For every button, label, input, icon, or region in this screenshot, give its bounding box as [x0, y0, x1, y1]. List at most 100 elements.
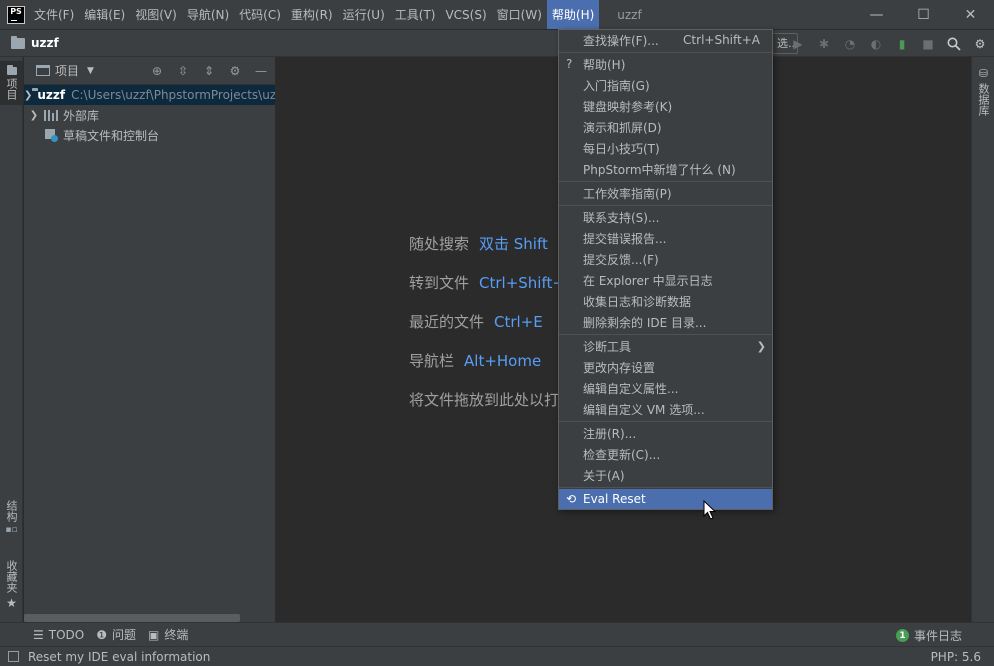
menu-item-check-updates[interactable]: 检查更新(C)... [559, 444, 772, 464]
title-bar: PS 文件(F) 编辑(E) 视图(V) 导航(N) 代码(C) 重构(R) 运… [0, 0, 994, 29]
menu-item-diagnostic-tools[interactable]: 诊断工具 ❯ [559, 336, 772, 356]
menu-item-whats-new[interactable]: PhpStorm中新增了什么 (N) [559, 159, 772, 179]
menu-item-eval-reset[interactable]: ⟲ Eval Reset [559, 489, 772, 509]
menu-item-label: Eval Reset [583, 492, 646, 506]
locate-target-icon[interactable]: ⊕ [149, 63, 165, 79]
menu-item-submit-feedback[interactable]: 提交反馈...(F) [559, 249, 772, 269]
menu-navigate[interactable]: 导航(N) [182, 0, 234, 29]
settings-gear-icon[interactable]: ⚙ [972, 36, 988, 52]
help-menu-dropdown: 查找操作(F)... Ctrl+Shift+A ? 帮助(H) 入门指南(G) … [558, 29, 773, 510]
menu-separator [559, 421, 772, 422]
menu-item-label: 帮助(H) [583, 57, 626, 72]
project-tool-tab[interactable]: 项目 [0, 61, 23, 105]
problems-tool-button[interactable]: ❶ 问题 [96, 626, 136, 643]
menu-code[interactable]: 代码(C) [234, 0, 286, 29]
menu-separator [559, 334, 772, 335]
menu-item-label: 键盘映射参考(K) [583, 99, 673, 114]
menu-item-edit-vm-options[interactable]: 编辑自定义 VM 选项... [559, 399, 772, 419]
hint-search-everywhere: 随处搜索 双击 Shift [409, 233, 548, 254]
todo-tool-button[interactable]: ☰ TODO [33, 628, 84, 642]
minimize-button[interactable]: — [853, 0, 900, 29]
menu-separator [559, 487, 772, 488]
menu-item-label: 编辑自定义 VM 选项... [583, 402, 705, 417]
menu-item-submit-bug[interactable]: 提交错误报告... [559, 228, 772, 248]
database-tool-tab-label: 数据库 [977, 83, 990, 116]
tree-item-external-libraries[interactable]: ❯ 外部库 [24, 105, 275, 125]
hint-label: 导航栏 [409, 352, 455, 370]
chevron-right-icon[interactable]: ❯ [24, 90, 32, 101]
status-bar: Reset my IDE eval information PHP: 5.6 [0, 646, 994, 666]
menu-item-demos[interactable]: 演示和抓屏(D) [559, 117, 772, 137]
hint-shortcut: Alt+Home [464, 352, 542, 370]
menu-item-collect-logs[interactable]: 收集日志和诊断数据 [559, 291, 772, 311]
menu-item-show-log[interactable]: 在 Explorer 中显示日志 [559, 270, 772, 290]
menu-item-getting-started[interactable]: 入门指南(G) [559, 75, 772, 95]
menu-item-find-action[interactable]: 查找操作(F)... Ctrl+Shift+A [559, 30, 772, 50]
expand-all-icon[interactable]: ⇳ [175, 63, 191, 79]
menu-item-tip-of-day[interactable]: 每日小技巧(T) [559, 138, 772, 158]
coverage-icon[interactable]: ◔ [842, 36, 858, 52]
menu-help[interactable]: 帮助(H) [546, 0, 600, 29]
collapse-all-icon[interactable]: ⇕ [201, 63, 217, 79]
structure-icon: ▪▫ [5, 525, 18, 535]
chevron-right-icon[interactable]: ❯ [24, 110, 44, 121]
menu-item-label: 提交反馈...(F) [583, 252, 659, 267]
structure-tool-tab[interactable]: 结构 ▪▫ [0, 500, 23, 544]
menu-file[interactable]: 文件(F) [29, 0, 79, 29]
menu-item-contact-support[interactable]: 联系支持(S)... [559, 207, 772, 227]
profile-icon[interactable]: ◐ [868, 36, 884, 52]
project-panel-title[interactable]: 项目 [55, 62, 79, 79]
chevron-down-icon[interactable]: ▼ [87, 66, 94, 76]
tree-item-project-root[interactable]: ❯ uzzf C:\Users\uzzf\PhpstormProjects\uz… [24, 85, 275, 105]
run-icon[interactable]: ▶ [790, 36, 806, 52]
terminal-tool-button[interactable]: ▣ 终端 [148, 626, 188, 643]
menu-item-label: 编辑自定义属性... [583, 381, 679, 396]
navigation-bar: uzzf 选... ▶ ✱ ◔ ◐ ▮ ■ ⚙ [0, 29, 994, 57]
debug-icon[interactable]: ✱ [816, 36, 832, 52]
toggle-tool-windows-icon[interactable] [8, 651, 19, 662]
hide-panel-icon[interactable]: — [253, 63, 269, 79]
menu-refactor[interactable]: 重构(R) [286, 0, 338, 29]
left-tool-strip: 项目 结构 ▪▫ 收藏夹 ★ [0, 57, 23, 622]
menu-item-keymap[interactable]: 键盘映射参考(K) [559, 96, 772, 116]
maximize-button[interactable]: ☐ [900, 0, 947, 29]
menu-item-register[interactable]: 注册(R)... [559, 423, 772, 443]
question-icon: ? [566, 57, 573, 71]
panel-settings-gear-icon[interactable]: ⚙ [227, 63, 243, 79]
todo-label: TODO [48, 627, 85, 642]
menu-item-edit-properties[interactable]: 编辑自定义属性... [559, 378, 772, 398]
stop-icon[interactable]: ■ [920, 36, 936, 52]
folder-icon [6, 65, 17, 75]
menu-vcs[interactable]: VCS(S) [440, 0, 491, 29]
menu-item-label: 关于(A) [583, 468, 625, 483]
menu-item-label: 诊断工具 [583, 339, 632, 354]
menu-item-help[interactable]: ? 帮助(H) [559, 54, 772, 74]
hint-go-to-file: 转到文件 Ctrl+Shift+N [409, 272, 576, 293]
menu-item-change-memory[interactable]: 更改内存设置 [559, 357, 772, 377]
menu-tools[interactable]: 工具(T) [390, 0, 441, 29]
hint-label: 随处搜索 [409, 235, 470, 253]
menu-item-productivity-guide[interactable]: 工作效率指南(P) [559, 183, 772, 203]
favorites-tool-tab-label: 收藏夹 [5, 560, 18, 593]
search-icon[interactable] [946, 36, 962, 52]
menu-run[interactable]: 运行(U) [338, 0, 390, 29]
event-log-label: 事件日志 [913, 629, 962, 643]
favorites-tool-tab[interactable]: 收藏夹 ★ [0, 560, 23, 616]
database-tool-tab[interactable]: ⛁ 数据库 [972, 67, 994, 123]
menu-edit[interactable]: 编辑(E) [79, 0, 130, 29]
tree-item-scratches[interactable]: 草稿文件和控制台 [24, 125, 275, 145]
hint-shortcut: 双击 Shift [479, 235, 548, 253]
project-view-icon [36, 65, 50, 76]
php-debug-listen-icon[interactable]: ▮ [894, 36, 910, 52]
menu-item-delete-leftover-dirs[interactable]: 删除剩余的 IDE 目录... [559, 312, 772, 332]
horizontal-scrollbar[interactable] [24, 614, 240, 622]
php-version-widget[interactable]: PHP: 5.6 [931, 650, 981, 664]
menu-view[interactable]: 视图(V) [130, 0, 182, 29]
menu-window[interactable]: 窗口(W) [492, 0, 547, 29]
close-button[interactable]: ✕ [947, 0, 994, 29]
menu-item-label: 演示和抓屏(D) [583, 120, 662, 135]
breadcrumb-project[interactable]: uzzf [11, 35, 59, 50]
menu-item-label: 检查更新(C)... [583, 447, 661, 462]
event-log-tool-button[interactable]: 1 事件日志 [895, 627, 962, 644]
menu-item-about[interactable]: 关于(A) [559, 465, 772, 485]
